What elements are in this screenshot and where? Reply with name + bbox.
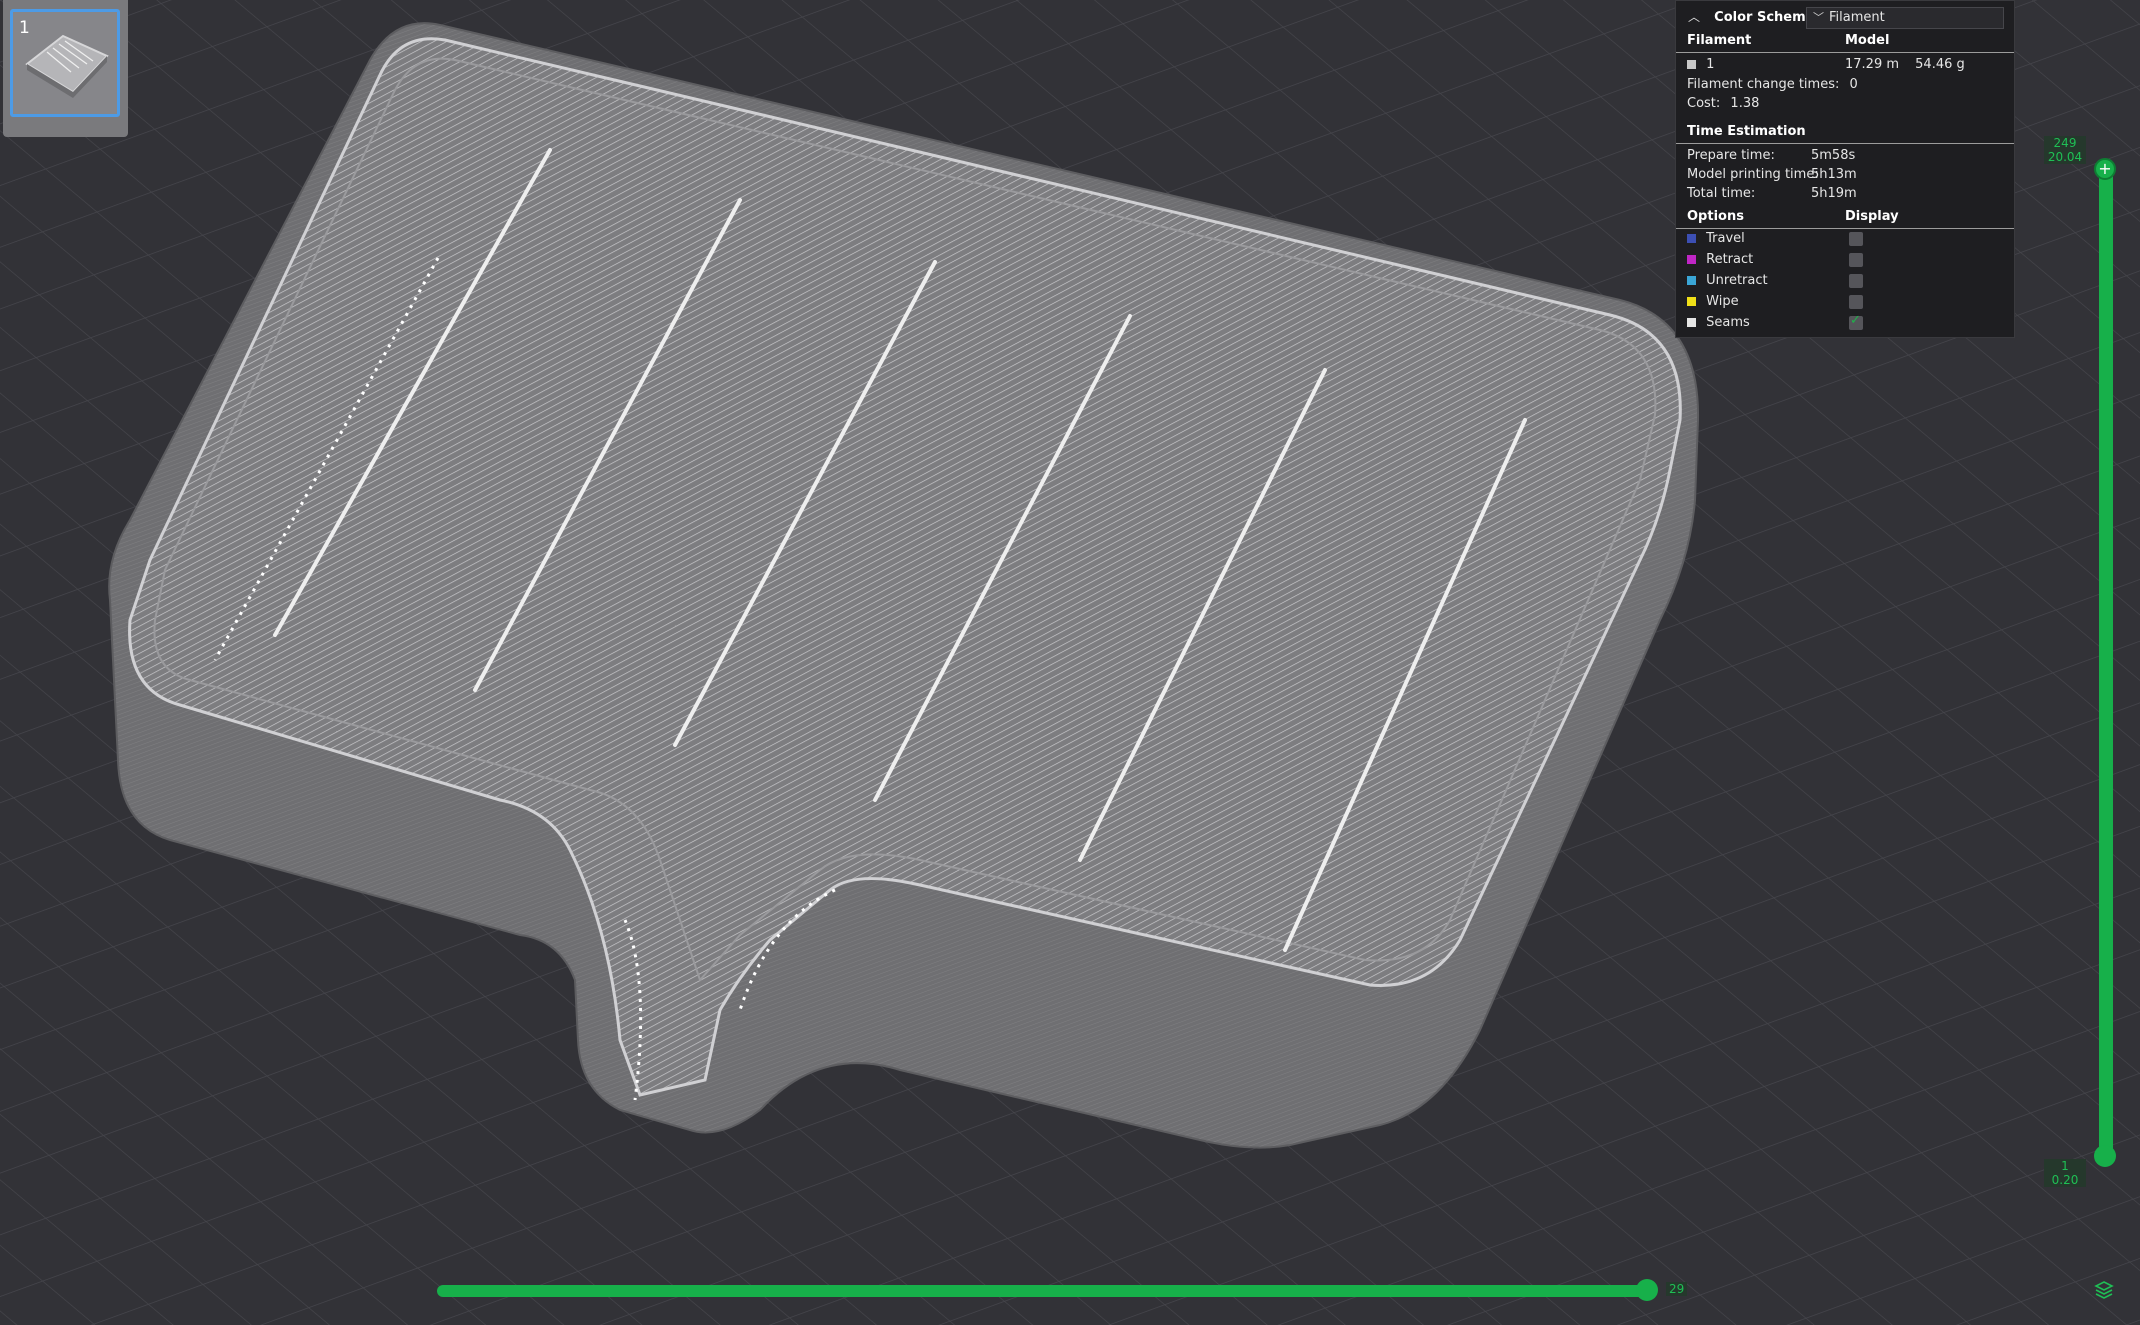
unretract-color-swatch xyxy=(1687,276,1696,285)
travel-display-checkbox[interactable] xyxy=(1849,232,1863,246)
move-progress-handle[interactable] xyxy=(1636,1279,1658,1301)
total-time-value: 5h19m xyxy=(1811,186,1857,201)
color-scheme-label: Color Scheme xyxy=(1714,10,1815,25)
divider xyxy=(1676,143,2014,144)
model-column-header: Model xyxy=(1845,33,1890,48)
layers-icon[interactable] xyxy=(2093,1279,2115,1301)
total-time-label: Total time: xyxy=(1687,186,1756,201)
retract-display-checkbox[interactable] xyxy=(1849,253,1863,267)
move-progress-slider[interactable] xyxy=(437,1285,1653,1297)
filament-color-swatch xyxy=(1687,60,1696,69)
top-layer-handle[interactable]: + xyxy=(2094,158,2116,180)
plate-number: 1 xyxy=(19,18,30,38)
option-label: Unretract xyxy=(1706,273,1768,288)
top-layer-height: 20.04 xyxy=(2047,150,2083,164)
filament-id: 1 xyxy=(1706,57,1715,72)
top-layer-label: 249 20.04 xyxy=(2044,136,2086,164)
model-time-label: Model printing time: xyxy=(1687,167,1819,182)
filament-column-header: Filament xyxy=(1687,33,1752,48)
plate-thumbnail[interactable]: 1 xyxy=(3,0,128,137)
cost-label: Cost: xyxy=(1687,96,1721,111)
collapse-chevron-icon[interactable]: ︿ xyxy=(1688,10,1700,24)
unretract-display-checkbox[interactable] xyxy=(1849,274,1863,288)
chevron-down-icon: ﹀ xyxy=(1813,11,1824,24)
color-scheme-select[interactable]: ﹀ Filament xyxy=(1806,7,2004,29)
travel-color-swatch xyxy=(1687,234,1696,243)
bottom-layer-label: 1 0.20 xyxy=(2044,1159,2086,1187)
option-label: Wipe xyxy=(1706,294,1739,309)
filament-length: 17.29 m xyxy=(1845,57,1900,72)
move-progress-value: 29 xyxy=(1666,1282,1688,1296)
color-scheme-value: Filament xyxy=(1829,10,1885,25)
time-estimation-header: Time Estimation xyxy=(1687,124,1806,139)
prepare-time-value: 5m58s xyxy=(1811,148,1856,163)
filament-weight: 54.46 g xyxy=(1915,57,1965,72)
retract-color-swatch xyxy=(1687,255,1696,264)
seams-display-checkbox[interactable] xyxy=(1849,313,1863,330)
bottom-layer-number: 1 xyxy=(2061,1159,2069,1173)
bottom-layer-handle[interactable] xyxy=(2094,1145,2116,1167)
layer-range-slider[interactable] xyxy=(2099,166,2113,1158)
wipe-display-checkbox[interactable] xyxy=(1849,295,1863,309)
model-time-value: 5h13m xyxy=(1811,167,1857,182)
top-layer-number: 249 xyxy=(2053,136,2077,150)
option-label: Retract xyxy=(1706,252,1754,267)
divider xyxy=(1676,52,2014,53)
change-times-label: Filament change times: xyxy=(1687,77,1840,92)
options-header: Options xyxy=(1687,209,1744,224)
bottom-layer-height: 0.20 xyxy=(2051,1173,2079,1187)
divider xyxy=(1676,228,2014,229)
change-times-value: 0 xyxy=(1849,77,1858,92)
wipe-color-swatch xyxy=(1687,297,1696,306)
prepare-time-label: Prepare time: xyxy=(1687,148,1775,163)
option-label: Travel xyxy=(1706,231,1745,246)
cost-value: 1.38 xyxy=(1730,96,1760,111)
option-label: Seams xyxy=(1706,315,1750,330)
gcode-legend-panel: ︿ Color Scheme ﹀ Filament Filament Model… xyxy=(1675,0,2015,338)
seams-color-swatch xyxy=(1687,318,1696,327)
display-header: Display xyxy=(1845,209,1899,224)
